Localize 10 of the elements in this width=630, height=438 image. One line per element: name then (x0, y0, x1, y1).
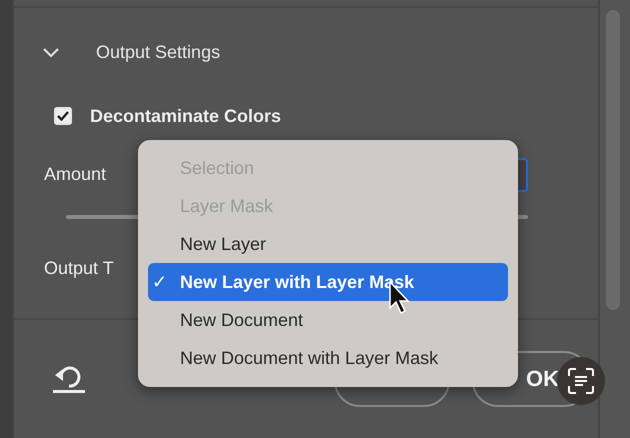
text-scan-icon (567, 367, 595, 395)
menu-item[interactable]: New Layer (148, 226, 508, 264)
chevron-icon[interactable] (42, 46, 60, 59)
section-title: Output Settings (96, 42, 220, 64)
checkbox[interactable] (54, 107, 72, 126)
output-label: Output T (44, 258, 114, 279)
amount-label: Amount (44, 164, 106, 186)
checkbox-label: Decontaminate Colors (90, 106, 282, 127)
menu-item[interactable]: New Document (148, 301, 508, 340)
reset-icon[interactable] (52, 364, 86, 394)
